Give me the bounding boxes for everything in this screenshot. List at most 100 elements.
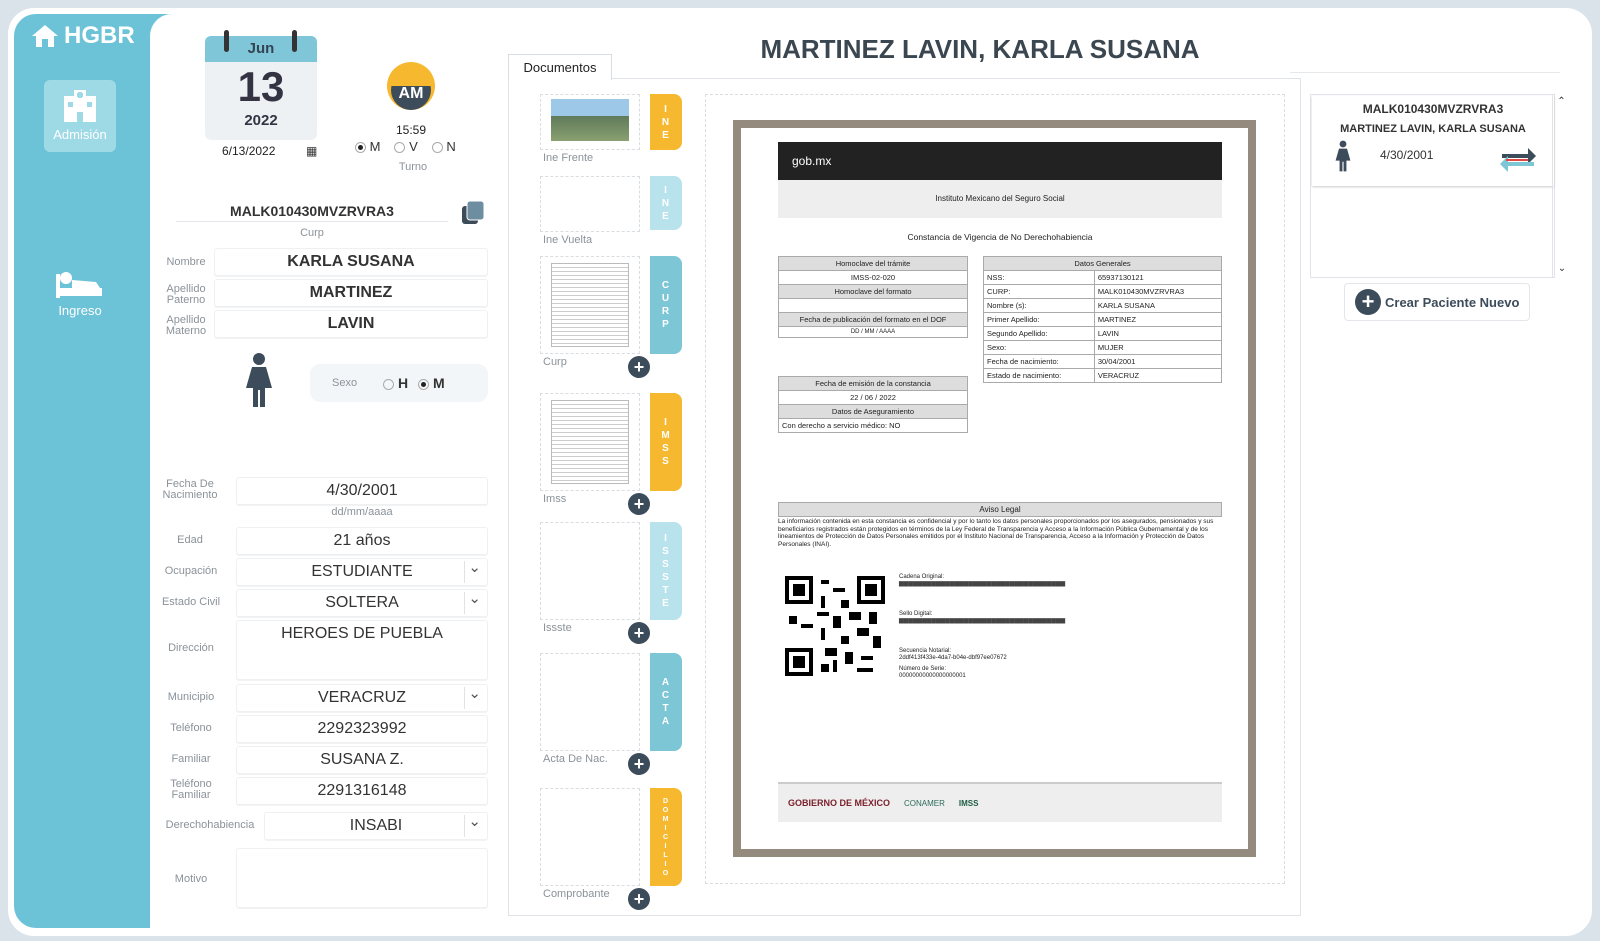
page-title: MARTINEZ LAVIN, KARLA SUSANA	[760, 34, 1200, 64]
telefono-familiar-label: Teléfono Familiar	[170, 778, 212, 801]
turno-radio-n[interactable]: N	[431, 139, 456, 154]
familiar-field[interactable]: SUSANA Z.	[236, 746, 488, 774]
card-curp: MALK010430MVZRVRA3	[1362, 102, 1504, 116]
doc-emision-table: Fecha de emisión de la constancia 22 / 0…	[778, 376, 968, 433]
card-name: MARTINEZ LAVIN, KARLA SUSANA	[1340, 123, 1526, 135]
tab-documentos[interactable]: Documentos	[508, 54, 612, 80]
document-preview-frame: gob.mx Instituto Mexicano del Seguro Soc…	[733, 120, 1256, 857]
ampm-label: AM	[398, 85, 424, 102]
document-badge: IMSS	[650, 393, 682, 491]
doc-datos-generales-table: Datos Generales NSS: 65937130121 CURP: MAL…	[983, 256, 1223, 383]
apellido-materno-field[interactable]: LAVIN	[214, 310, 488, 338]
document-label: Curp	[543, 356, 567, 368]
telefono-label: Teléfono	[170, 722, 212, 734]
calendar-day: 13	[237, 63, 285, 110]
document-label: Ine Vuelta	[543, 234, 593, 246]
new-patient-label: Crear Paciente Nuevo	[1385, 294, 1520, 310]
results-scrollbar[interactable]: ⌃ ⌄	[1552, 94, 1570, 278]
derecho-select[interactable]: INSABI	[264, 809, 488, 840]
doc-seal-info: Cadena Original: ▆▆▆▆▆▆▆▆▆▆▆▆▆▆▆▆▆▆▆▆▆▆▆…	[899, 574, 1066, 679]
date-value: 6/13/2022	[222, 144, 276, 158]
ocupacion-label: Ocupación	[164, 565, 218, 577]
bed-icon	[56, 272, 102, 298]
am-sun-icon: AM	[385, 60, 437, 112]
turno-radio-v[interactable]: V	[394, 139, 418, 154]
motivo-label: Motivo	[174, 873, 208, 885]
footer-gob: GOBIERNO DE MÉXICO	[788, 798, 891, 808]
document-thumbnail[interactable]	[540, 176, 640, 232]
municipio-label: Municipio	[167, 691, 215, 703]
curp-field[interactable]: MALK010430MVZRVRA3	[176, 203, 448, 222]
turno-radio-m[interactable]: M	[355, 139, 380, 154]
document-thumbnail[interactable]	[540, 256, 640, 354]
ocupacion-select[interactable]: ESTUDIANTE	[236, 555, 488, 586]
apellido-materno-label: Apellido Materno	[165, 314, 207, 337]
gob-header: gob.mx	[778, 142, 1222, 180]
municipio-select[interactable]: VERACRUZ	[236, 681, 488, 712]
turno-label: Turno	[398, 161, 428, 173]
calendar-ring	[292, 30, 297, 52]
telefono-familiar-field[interactable]: 2291316148	[236, 777, 488, 805]
apellido-paterno-field[interactable]: MARTINEZ	[214, 279, 488, 307]
fecha-nac-field[interactable]: 4/30/2001	[236, 477, 488, 505]
document-badge: INE	[650, 94, 682, 150]
fecha-nac-label: Fecha De Nacimiento	[162, 478, 218, 501]
document-label: Acta De Nac.	[543, 753, 608, 765]
add-document-button[interactable]: +	[628, 356, 650, 378]
document-label: Issste	[543, 622, 572, 634]
copy-icon[interactable]	[460, 200, 486, 231]
nav-admision-label: Admisión	[53, 127, 107, 142]
edad-label: Edad	[177, 534, 203, 546]
new-patient-button[interactable]: + Crear Paciente Nuevo	[1344, 283, 1530, 321]
qr-code	[785, 576, 885, 676]
nombre-field[interactable]: KARLA SUSANA	[214, 248, 488, 276]
derecho-label: Derechohabiencia	[165, 819, 255, 831]
footer-imss: IMSS	[958, 798, 979, 808]
doc-aviso-label: Aviso Legal	[778, 502, 1222, 517]
card-dob: 4/30/2001	[1380, 148, 1434, 162]
card-female-icon	[1334, 140, 1352, 177]
nav-ingreso[interactable]: Ingreso	[44, 270, 116, 330]
female-icon	[244, 352, 274, 413]
document-badge: ISSSTE	[650, 522, 682, 620]
sexo-radio-m[interactable]: M	[418, 375, 445, 391]
doc-tramite-table: Homoclave del trámite IMSS-02-020 Homocl…	[778, 256, 968, 338]
calendar-icon[interactable]: ▦	[306, 144, 317, 158]
app-logo[interactable]: HGBR	[30, 22, 135, 50]
scroll-up-icon[interactable]: ⌃	[1553, 96, 1570, 107]
document-thumbnail[interactable]	[540, 94, 640, 150]
curp-label: Curp	[300, 227, 324, 239]
turno-radio-group: M V N	[355, 139, 456, 154]
document-thumbnail[interactable]	[540, 653, 640, 751]
document-thumbnail[interactable]	[540, 393, 640, 491]
turno-time: 15:59	[396, 123, 427, 137]
nav-ingreso-label: Ingreso	[58, 303, 102, 318]
estado-civil-select[interactable]: SOLTERA	[236, 586, 488, 617]
add-document-button[interactable]: +	[628, 622, 650, 644]
document-thumbnail[interactable]	[540, 788, 640, 886]
fecha-format-hint: dd/mm/aaaa	[331, 506, 393, 518]
add-document-button[interactable]: +	[628, 493, 650, 515]
calendar-year: 2022	[244, 112, 278, 129]
document-page: gob.mx Instituto Mexicano del Seguro Soc…	[741, 128, 1248, 849]
direccion-field[interactable]: HEROES DE PUEBLA	[236, 620, 488, 680]
nav-admision[interactable]: Admisión	[44, 80, 116, 152]
calendar-widget: Jun 13 2022	[205, 36, 317, 140]
edad-field: 21 años	[236, 527, 488, 555]
document-badge: ACTA	[650, 653, 682, 751]
transfer-icon[interactable]	[1498, 144, 1538, 179]
sexo-selector: Sexo H M	[310, 364, 488, 402]
sexo-radio-h[interactable]: H	[383, 375, 408, 391]
doc-aviso-text: La información contenida en esta constan…	[778, 518, 1214, 548]
motivo-field[interactable]	[236, 848, 488, 908]
document-thumbnail[interactable]	[540, 522, 640, 620]
home-icon	[32, 25, 58, 47]
telefono-field[interactable]: 2292323992	[236, 715, 488, 743]
patient-card[interactable]: MALK010430MVZRVRA3 MARTINEZ LAVIN, KARLA…	[1312, 96, 1554, 186]
add-document-button[interactable]: +	[628, 753, 650, 775]
familiar-label: Familiar	[171, 753, 211, 765]
plus-icon: +	[1355, 289, 1381, 315]
add-document-button[interactable]: +	[628, 888, 650, 910]
hospital-icon	[64, 90, 96, 122]
scroll-down-icon[interactable]: ⌄	[1553, 263, 1571, 274]
